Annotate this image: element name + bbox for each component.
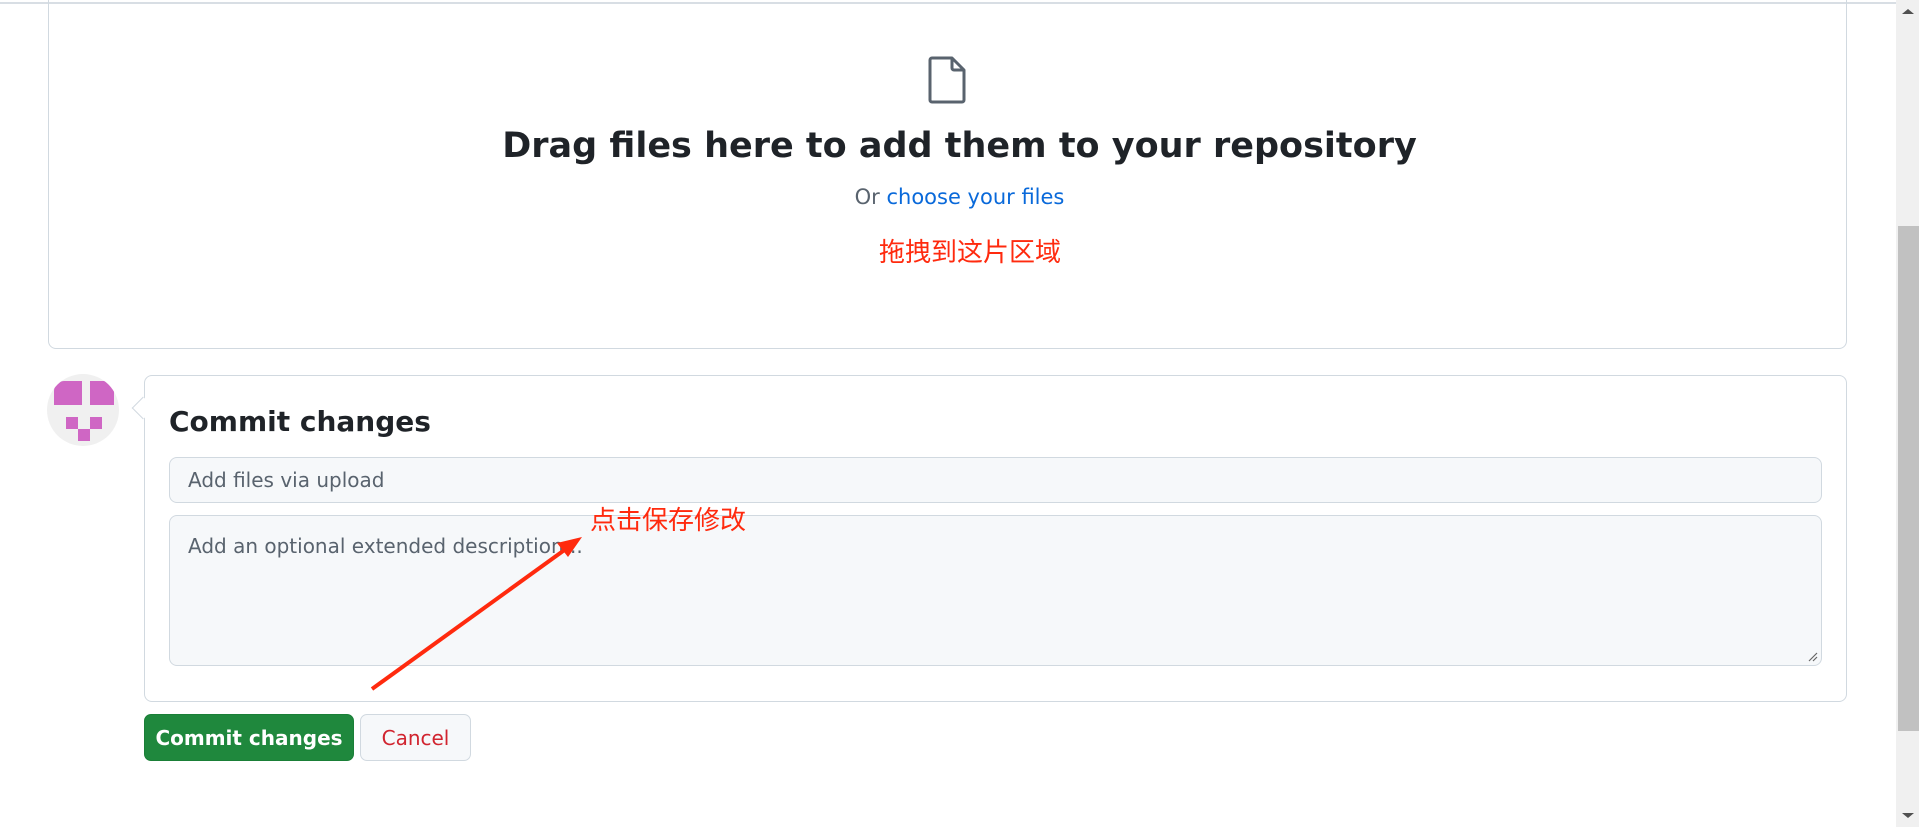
scroll-down-icon[interactable] (1902, 813, 1914, 818)
vertical-scrollbar[interactable] (1896, 0, 1919, 827)
commit-changes-button[interactable]: Commit changes (144, 714, 354, 761)
annotation-arrow (370, 537, 582, 691)
scroll-up-icon[interactable] (1902, 9, 1914, 14)
cancel-button[interactable]: Cancel (360, 714, 471, 761)
scrollbar-thumb[interactable] (1898, 226, 1919, 731)
